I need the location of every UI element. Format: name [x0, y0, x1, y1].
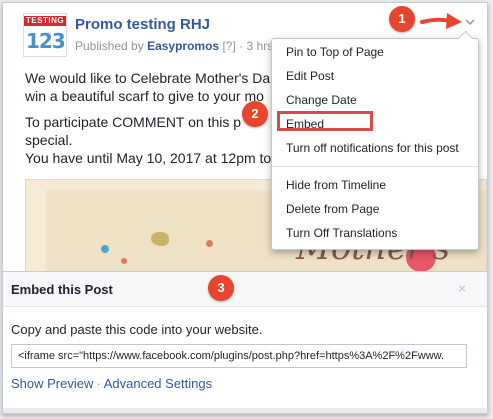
bird-illustration	[151, 232, 169, 246]
menu-caret	[457, 30, 474, 47]
embed-dialog-title: Embed this Post	[11, 282, 113, 297]
menu-divider	[272, 166, 478, 167]
flower-decoration	[101, 245, 109, 253]
post-meta: Published by Easypromos [?] · 3 hrs ·	[75, 39, 280, 53]
menu-item-turn-off-notifications[interactable]: Turn off notifications for this post	[286, 141, 459, 155]
post-paragraph: win a beautiful scarf to give to your mo	[25, 88, 264, 104]
post-paragraph: special.	[25, 132, 73, 148]
published-by-label: Published by	[75, 39, 144, 53]
close-icon[interactable]: ×	[458, 280, 466, 296]
callout-arrow-icon	[420, 13, 462, 29]
flower-decoration	[121, 258, 127, 264]
embed-instruction: Copy and paste this code into your websi…	[11, 322, 263, 337]
page-logo[interactable]: TESTING 123	[23, 13, 67, 57]
advanced-settings-link[interactable]: Advanced Settings	[104, 376, 212, 391]
menu-item-turn-off-translations[interactable]: Turn Off Translations	[286, 226, 397, 240]
post-paragraph: We would like to Celebrate Mother's Da	[25, 70, 271, 86]
embed-code-field[interactable]: <iframe src="https://www.facebook.com/pl…	[11, 344, 467, 368]
logo-text-number: 123	[26, 29, 66, 53]
embed-dialog-header: Embed this Post ×	[3, 272, 487, 307]
facebook-post-card: TESTING 123 Promo testing RHJ Published …	[2, 2, 488, 414]
menu-item-pin-to-top[interactable]: Pin to Top of Page	[286, 45, 384, 59]
logo-text-top: TESTING	[24, 16, 66, 26]
post-paragraph: You have until May 10, 2017 at 12pm to	[25, 150, 272, 166]
flower-decoration	[206, 240, 213, 247]
menu-item-embed[interactable]: Embed	[286, 117, 324, 131]
embed-links: Show Preview · Advanced Settings	[11, 376, 212, 391]
publisher-link[interactable]: Easypromos	[147, 39, 219, 53]
callout-badge-2: 2	[242, 101, 268, 127]
show-preview-link[interactable]: Show Preview	[11, 376, 93, 391]
post-options-menu: Pin to Top of Page Edit Post Change Date…	[271, 30, 479, 250]
menu-item-delete-from-page[interactable]: Delete from Page	[286, 202, 379, 216]
menu-item-edit-post[interactable]: Edit Post	[286, 69, 334, 83]
page-name-link[interactable]: Promo testing RHJ	[75, 16, 210, 33]
embed-dialog: Embed this Post × Copy and paste this co…	[3, 271, 487, 413]
menu-item-change-date[interactable]: Change Date	[286, 93, 357, 107]
link-separator: ·	[96, 376, 101, 391]
menu-item-hide-from-timeline[interactable]: Hide from Timeline	[286, 178, 386, 192]
callout-badge-3: 3	[208, 275, 234, 301]
bottom-strip	[3, 408, 487, 413]
callout-badge-1: 1	[389, 6, 415, 32]
